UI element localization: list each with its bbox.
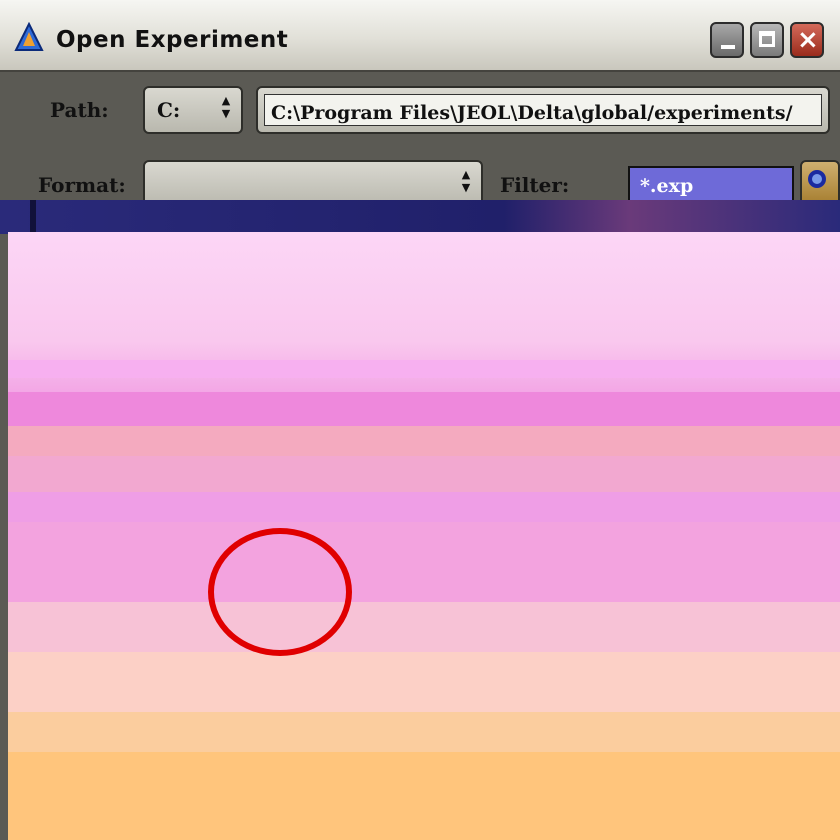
- list-row[interactable]: [8, 602, 840, 652]
- list-row[interactable]: [8, 456, 840, 492]
- title-bar[interactable]: Open Experiment ×: [0, 0, 840, 72]
- list-header-divider: [30, 200, 36, 234]
- filter-label: Filter:: [500, 173, 570, 197]
- highlight-circle: [208, 528, 352, 656]
- delta-app-icon: [14, 22, 44, 51]
- drive-select[interactable]: C: ▲ ▼: [143, 86, 243, 134]
- close-button[interactable]: ×: [790, 22, 824, 58]
- list-row[interactable]: [8, 652, 840, 712]
- list-row[interactable]: [8, 752, 840, 840]
- path-input-value: C:\Program Files\JEOL\Delta\global/exper…: [271, 102, 793, 124]
- list-row[interactable]: [8, 712, 840, 752]
- open-experiment-dialog: Open Experiment × Path: C: ▲ ▼ C:\Program…: [0, 0, 840, 840]
- close-icon: ×: [797, 25, 819, 55]
- experiment-file-list[interactable]: [8, 232, 840, 840]
- drive-value: C:: [157, 98, 181, 122]
- maximize-button[interactable]: [750, 22, 784, 58]
- path-field[interactable]: C:\Program Files\JEOL\Delta\global/exper…: [256, 86, 830, 134]
- minimize-button[interactable]: [710, 22, 744, 58]
- path-input-box[interactable]: C:\Program Files\JEOL\Delta\global/exper…: [264, 94, 822, 126]
- list-row[interactable]: [8, 522, 840, 602]
- list-row[interactable]: [8, 360, 840, 378]
- list-row[interactable]: [8, 392, 840, 426]
- list-row[interactable]: [8, 426, 840, 456]
- window-title: Open Experiment: [56, 27, 289, 53]
- list-row[interactable]: [8, 492, 840, 522]
- path-label: Path:: [50, 98, 109, 122]
- minimize-icon: [721, 45, 735, 49]
- list-header-strip: [0, 200, 840, 234]
- search-icon: [808, 170, 826, 188]
- updown-arrows-icon: ▲ ▼: [221, 94, 231, 120]
- maximize-icon: [759, 31, 775, 47]
- filter-input-value: *.exp: [640, 175, 694, 197]
- format-label: Format:: [38, 173, 126, 197]
- updown-arrows-icon: ▲ ▼: [461, 168, 471, 194]
